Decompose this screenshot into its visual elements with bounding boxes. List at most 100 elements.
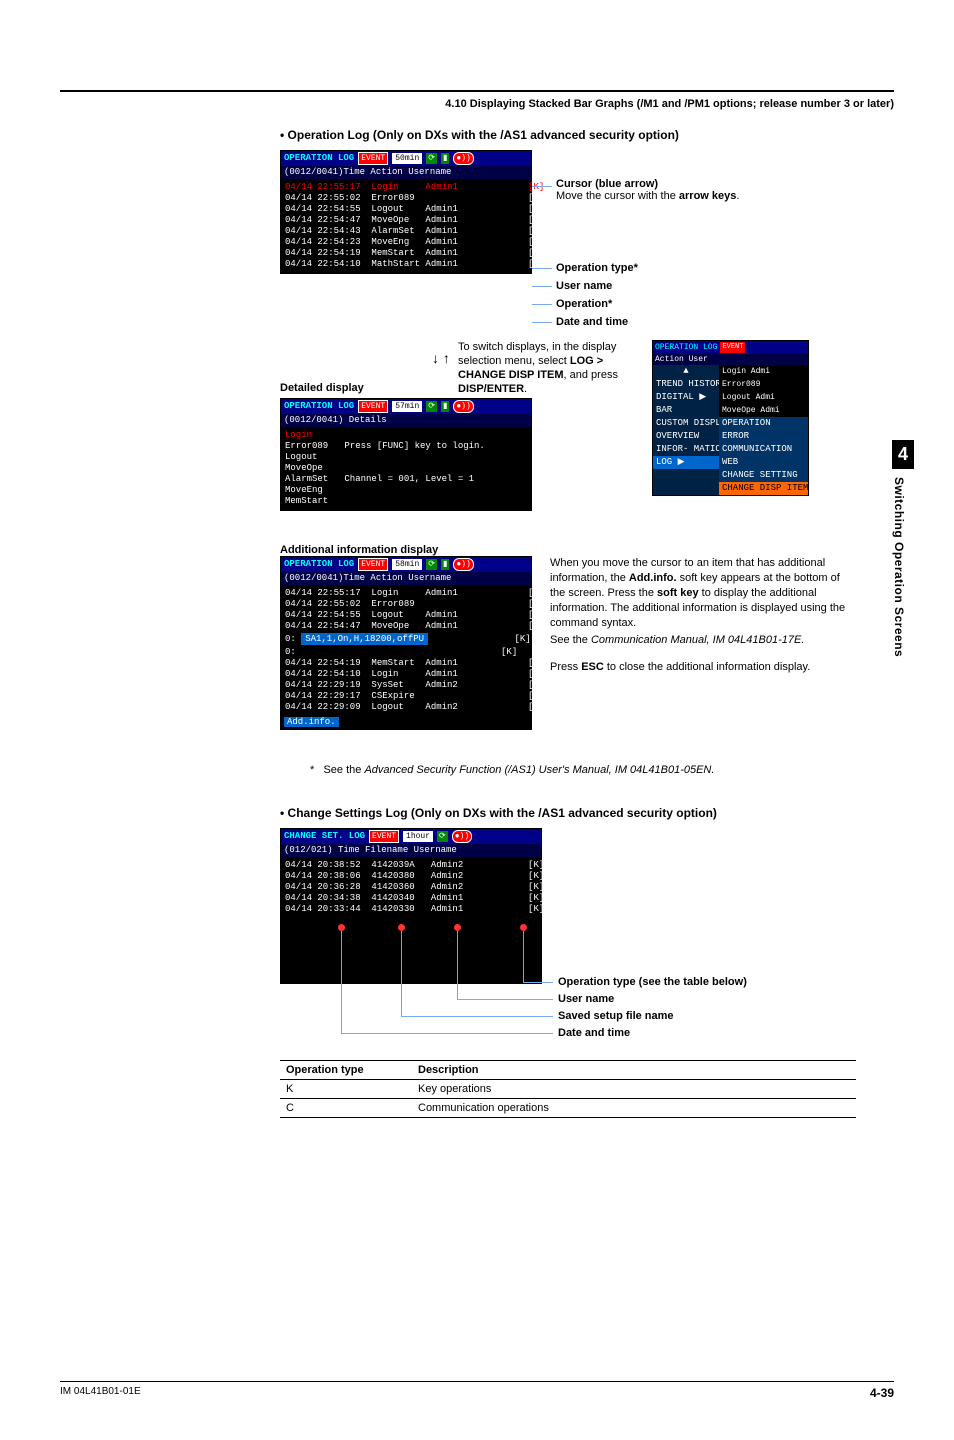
menu-up-icon[interactable]: ▲ [653,365,719,378]
callout-dot [520,924,527,931]
cycle-icon: ⟳ [437,831,448,842]
p3a: Press [550,661,581,673]
menu-bg-row: Logout Admi [719,391,808,404]
oplog-screenshot-1: OPERATION LOG EVENT 50min ⟳ ▮ ●)) (0012/… [280,150,532,274]
submenu-comm[interactable]: COMMUNICATION [719,443,808,456]
event-badge-icon: EVENT [358,152,388,165]
menu-item-custom[interactable]: CUSTOM DISPLAY [653,417,719,430]
footer-page: 4-39 [870,1386,894,1400]
menu-item-digital[interactable]: DIGITAL ▶ [653,391,719,404]
shot2-header: (0012/0041) Details [281,414,531,427]
menu-bg-row: MoveOpe Admi [719,404,808,417]
cycle-icon: ⟳ [426,153,437,164]
menu-screenshot: OPERATION LOG EVENT Action User ▲ TREND … [652,340,809,496]
switch-note-l2b: LOG > [570,355,603,367]
shot1-row: 04/14 22:54:10 MathStart Admin1 [K] [285,259,527,270]
cl-row: 04/14 20:33:44 41420330 Admin1 [K] [285,904,537,915]
shot1-row: 04/14 22:54:47 MoveOpe Admin1 [K] [285,215,527,226]
callout-cursor-t1: Move the cursor with the [556,190,679,202]
softkey-addinfo[interactable]: Add.info. [284,717,339,727]
submenu-change-setting[interactable]: CHANGE SETTING [719,469,808,482]
cl-row: 04/14 20:38:52 4142039A Admin2 [K] [285,860,537,871]
oplog-bullet: • Operation Log (Only on DXs with the /A… [280,128,679,142]
shot1-title: OPERATION LOG [284,153,354,164]
shot1-row: 04/14 22:54:19 MemStart Admin1 [K] [285,248,527,259]
shot1-header: (0012/0041)Time Action Username [281,166,531,179]
footer-docid: IM 04L41B01-01E [60,1386,141,1400]
menu-item-bar[interactable]: BAR [653,404,719,417]
switch-note-l4b: . [524,383,527,395]
shot3-popup: SA1,1,On,H,18200,offPU [301,633,428,645]
shot1-row-selected: 04/14 22:55:17 Login Admin1 [K] [285,182,527,193]
shot1-row: 04/14 22:54:55 Logout Admin1 [K] [285,204,527,215]
battery-icon: ▮ [441,401,449,412]
cl-callout-file: Saved setup file name [558,1010,674,1022]
shot2-row: MoveOpe [285,463,527,474]
addinfo-label: Additional information display [280,544,954,556]
cl-title: CHANGE SET. LOG [284,831,365,842]
switch-note-l2a: selection menu, select [458,355,570,367]
cl-row: 04/14 20:38:06 41420380 Admin2 [K] [285,871,537,882]
shot2-row: Logout [285,452,527,463]
cl-callout-op: Operation type (see the table below) [558,976,747,988]
tbl-cell: Key operations [412,1080,856,1099]
footnote: * See the Advanced Security Function (/A… [310,764,894,776]
cl-span: 1hour [403,831,433,842]
shot3-row: 04/14 22:54:10 Login Admin1 [K] [285,669,527,680]
shot2-row: Error089 Press [FUNC] key to login. [285,441,527,452]
submenu-change-disp[interactable]: CHANGE DISP ITEM [719,482,808,495]
shot3-header: (0012/0041)Time Action Username [281,572,531,585]
footnote-star: * [310,764,314,776]
shot1-row: 04/14 22:54:43 AlarmSet Admin1 [K] [285,226,527,237]
callout-dot [338,924,345,931]
changelog-heading: • Change Settings Log (Only on DXs with … [280,806,894,820]
callout-dot [398,924,405,931]
menu-item-info[interactable]: INFOR- MATION [653,443,719,456]
cl-row: 04/14 20:36:28 41420360 Admin2 [K] [285,882,537,893]
p3c: to close the additional information disp… [604,661,810,673]
operation-type-table: Operation typeDescription KKey operation… [280,1060,856,1118]
submenu-error[interactable]: ERROR [719,430,808,443]
callout-cursor-t2: arrow keys [679,190,736,202]
menu-bg-row: Error089 [719,378,808,391]
switch-note: To switch displays, in the display selec… [458,340,643,396]
footnote-t2: Advanced Security Function (/AS1) User's… [364,764,714,776]
battery-icon: ▮ [441,559,449,570]
shot3-row: 04/14 22:55:02 Error089 [Y] [285,599,527,610]
header-rule [60,90,894,92]
tbl-cell: Communication operations [412,1099,856,1118]
menu-item-overview[interactable]: OVERVIEW [653,430,719,443]
table-row: CCommunication operations [280,1099,856,1118]
cl-header: (012/021) Time Filename Username [281,844,541,857]
menu-item-log[interactable]: LOG ▶ [653,456,719,469]
shot2-row: MoveEng [285,485,527,496]
addinfo-para: When you move the cursor to an item that… [550,556,850,675]
shot2-title: OPERATION LOG [284,401,354,412]
callout-user: User name [556,280,612,292]
shot2-event-icon: EVENT [358,400,388,413]
footnote-t1: See the [323,764,364,776]
menu-item-trend[interactable]: TREND HISTORY [653,378,719,391]
submenu-operation[interactable]: OPERATION [719,417,808,430]
submenu-web[interactable]: WEB [719,456,808,469]
record-icon: ●)) [452,830,472,843]
callout-cursor-t3: . [736,190,739,202]
callout-cursor-title: Cursor (blue arrow) [556,178,739,190]
shot3-row: 04/14 22:54:55 Logout Admin1 [K] [285,610,527,621]
callout-dt: Date and time [556,316,628,328]
shot3-span: 58min [392,559,422,570]
switch-note-l1: To switch displays, in the display [458,340,643,354]
callout-optype: Operation type* [556,262,638,274]
tbl-h2: Description [412,1061,856,1080]
shot3-row: 04/14 22:55:17 Login Admin1 [K] [285,588,527,599]
page-footer: IM 04L41B01-01E 4-39 [60,1381,894,1400]
switch-note-l3b: , and press [564,369,618,381]
shot2-row: AlarmSet Channel = 001, Level = 1 [285,474,527,485]
table-row: KKey operations [280,1080,856,1099]
shot2-row: Login [285,430,527,441]
cl-event-icon: EVENT [369,830,399,843]
callout-op: Operation* [556,298,612,310]
menu-bg-row: Login Admi [719,365,808,378]
shot1-row: 04/14 22:54:23 MoveEng Admin1 [K] [285,237,527,248]
switch-note-l4: DISP/ENTER [458,383,524,395]
